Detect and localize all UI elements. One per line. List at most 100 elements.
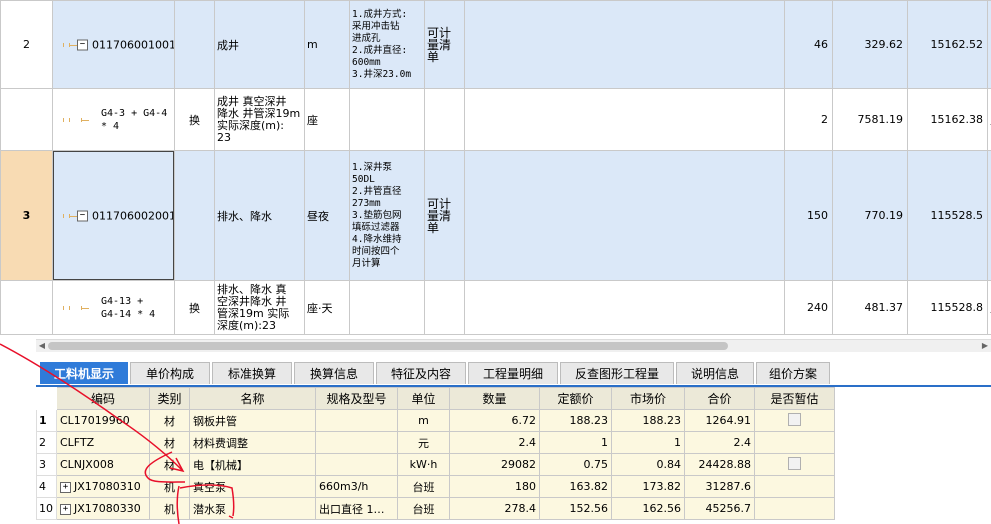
calc-cell[interactable]: [424, 88, 465, 151]
material-name-cell[interactable]: 真空泵: [189, 475, 316, 498]
material-total-cell[interactable]: 2.4: [684, 431, 755, 454]
material-total-cell[interactable]: 31287.6: [684, 475, 755, 498]
price-cell[interactable]: 7581.19: [832, 88, 908, 151]
material-unit-cell[interactable]: m: [397, 409, 450, 432]
material-unit-cell[interactable]: 台班: [397, 475, 450, 498]
extra-cell[interactable]: [987, 150, 991, 281]
col-header-quantity[interactable]: 数量: [449, 387, 540, 410]
col-header-spec[interactable]: 规格及型号: [315, 387, 398, 410]
code-cell[interactable]: −011706001001: [52, 0, 175, 89]
replace-flag-cell[interactable]: 换: [174, 88, 215, 151]
material-row[interactable]: 4 + JX17080310 机 真空泵 660m3/h 台班 180 163.82 173.82…: [36, 475, 835, 498]
feature-cell[interactable]: 1.成井方式: 采用冲击钻 进成孔 2.成井直径: 600mm 3.井深23.0m: [349, 0, 425, 89]
replace-flag-cell[interactable]: 换: [174, 280, 215, 335]
material-quota-cell[interactable]: 188.23: [539, 409, 612, 432]
name-cell[interactable]: 成井 真空深井 降水 井管深19m 实际深度(m): 23: [214, 88, 305, 151]
price-cell[interactable]: 329.62: [832, 0, 908, 89]
row-number[interactable]: [0, 280, 53, 335]
material-name-cell[interactable]: 潜水泵: [189, 497, 316, 520]
material-name-cell[interactable]: 材料费调整: [189, 431, 316, 454]
total-cell[interactable]: 15162.38: [907, 88, 988, 151]
col-header-provisional[interactable]: 是否暂估: [754, 387, 835, 410]
material-unit-cell[interactable]: 元: [397, 431, 450, 454]
material-spec-cell[interactable]: 660m3/h: [315, 475, 398, 498]
material-total-cell[interactable]: 45256.7: [684, 497, 755, 520]
replace-flag-cell[interactable]: [174, 0, 215, 89]
extra-cell[interactable]: [987, 0, 991, 89]
material-qty-cell[interactable]: 278.4: [449, 497, 540, 520]
scroll-left-icon[interactable]: ◀: [37, 341, 47, 351]
material-total-cell[interactable]: 1264.91: [684, 409, 755, 432]
horizontal-scrollbar[interactable]: ◀ ▶: [36, 339, 991, 352]
material-code-cell[interactable]: + JX17080310: [56, 475, 150, 498]
expand-icon[interactable]: +: [60, 481, 71, 493]
material-row-index[interactable]: 2: [36, 431, 57, 454]
row-number[interactable]: 3: [0, 150, 53, 281]
bill-item-row[interactable]: 2 −011706001001 成井 m 1.成井方式: 采用冲击钻 进成孔 2.成井直径: 6…: [0, 0, 991, 89]
col-header-market-price[interactable]: 市场价: [611, 387, 685, 410]
col-header-category[interactable]: 类别: [149, 387, 190, 410]
provisional-checkbox[interactable]: [788, 412, 801, 426]
material-row[interactable]: 3 CLNJX008 材 电【机械】 kW·h 29082 0.75 0.84 24428.88: [36, 453, 835, 476]
material-total-cell[interactable]: 24428.88: [684, 453, 755, 476]
code-cell[interactable]: G4-13 + G4-14 * 4: [52, 280, 175, 335]
total-cell[interactable]: 15162.52: [907, 0, 988, 89]
material-qty-cell[interactable]: 2.4: [449, 431, 540, 454]
collapse-icon[interactable]: −: [77, 39, 88, 51]
material-market-cell[interactable]: 188.23: [611, 409, 685, 432]
bill-item-row[interactable]: 3 −011706002001 排水、降水 昼夜 1.深井泵 50DL 2.井管直径 273m…: [0, 150, 991, 281]
quantity-cell[interactable]: 240: [784, 280, 833, 335]
tab-reverse-graphic-quantity[interactable]: 反查图形工程量: [560, 362, 674, 384]
material-provisional-cell[interactable]: [754, 431, 835, 454]
material-market-cell[interactable]: 1: [611, 431, 685, 454]
calc-cell[interactable]: 可计 量清单: [424, 0, 465, 89]
material-row[interactable]: 2 CLFTZ 材 材料费调整 元 2.4 1 1 2.4: [36, 431, 835, 454]
quota-sub-row[interactable]: G4-13 + G4-14 * 4 换排水、降水 真空深井降水 井管深19m 实际深…: [0, 280, 991, 335]
col-header-total[interactable]: 合价: [684, 387, 755, 410]
material-market-cell[interactable]: 162.56: [611, 497, 685, 520]
quota-sub-row[interactable]: G4-3 + G4-4 * 4 换成井 真空深井 降水 井管深19m 实际深度(m):…: [0, 88, 991, 151]
expand-icon[interactable]: +: [60, 503, 71, 515]
material-name-cell[interactable]: 电【机械】: [189, 453, 316, 476]
name-cell[interactable]: 成井: [214, 0, 305, 89]
material-provisional-cell[interactable]: [754, 409, 835, 432]
price-cell[interactable]: 770.19: [832, 150, 908, 281]
name-cell[interactable]: 排水、降水: [214, 150, 305, 281]
material-unit-cell[interactable]: kW·h: [397, 453, 450, 476]
material-qty-cell[interactable]: 29082: [449, 453, 540, 476]
row-number[interactable]: 2: [0, 0, 53, 89]
material-code-cell[interactable]: + JX17080330: [56, 497, 150, 520]
price-cell[interactable]: 481.37: [832, 280, 908, 335]
tab-conversion-info[interactable]: 换算信息: [294, 362, 374, 384]
extra-cell[interactable]: 土石方: [987, 280, 991, 335]
tab-standard-conversion[interactable]: 标准换算: [212, 362, 292, 384]
name-cell[interactable]: 排水、降水 真空深井降水 井管深19m 实际 深度(m):23: [214, 280, 305, 335]
material-provisional-cell[interactable]: [754, 475, 835, 498]
feature-cell[interactable]: [349, 88, 425, 151]
code-cell[interactable]: G4-3 + G4-4 * 4: [52, 88, 175, 151]
total-cell[interactable]: 115528.5: [907, 150, 988, 281]
tab-labor-material-machine[interactable]: 工料机显示: [40, 362, 128, 384]
calc-cell[interactable]: [424, 280, 465, 335]
col-header-quota-price[interactable]: 定额价: [539, 387, 612, 410]
material-quota-cell[interactable]: 163.82: [539, 475, 612, 498]
material-category-cell[interactable]: 材: [149, 409, 190, 432]
tab-description-info[interactable]: 说明信息: [676, 362, 754, 384]
material-name-cell[interactable]: 钢板井管: [189, 409, 316, 432]
material-provisional-cell[interactable]: [754, 497, 835, 520]
feature-cell[interactable]: 1.深井泵 50DL 2.井管直径 273mm 3.垫筋包网 填砾过滤器 4.降水维持 时间按…: [349, 150, 425, 281]
col-header-code[interactable]: 编码: [56, 387, 150, 410]
material-category-cell[interactable]: 机: [149, 497, 190, 520]
material-category-cell[interactable]: 材: [149, 453, 190, 476]
material-spec-cell[interactable]: [315, 409, 398, 432]
unit-cell[interactable]: m: [304, 0, 350, 89]
material-qty-cell[interactable]: 6.72: [449, 409, 540, 432]
material-row-index[interactable]: 1: [36, 409, 57, 432]
material-category-cell[interactable]: 材: [149, 431, 190, 454]
row-number[interactable]: [0, 88, 53, 151]
tab-features-content[interactable]: 特征及内容: [376, 362, 466, 384]
material-provisional-cell[interactable]: [754, 453, 835, 476]
material-code-cell[interactable]: CLNJX008: [56, 453, 150, 476]
material-row[interactable]: 1 CL17019960 材 钢板井管 m 6.72 188.23 188.23 1264.91: [36, 409, 835, 432]
unit-cell[interactable]: 昼夜: [304, 150, 350, 281]
